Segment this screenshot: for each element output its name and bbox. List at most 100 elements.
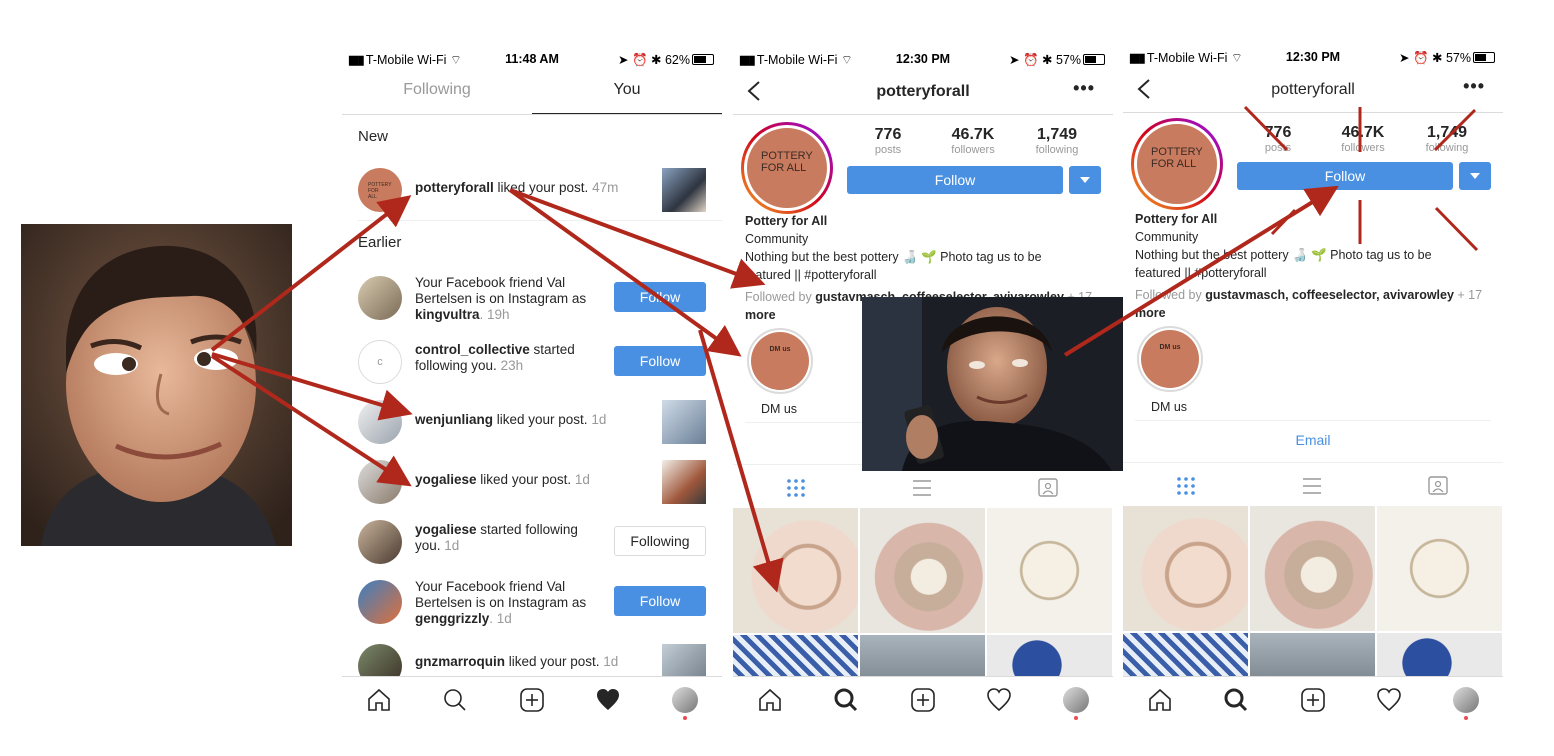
page-title: potteryforall — [876, 83, 970, 100]
profile-category: Community — [1135, 230, 1199, 244]
bottom-tab-bar — [342, 676, 722, 722]
following-count[interactable]: 1,749 following — [1407, 124, 1487, 154]
followers-count[interactable]: 46.7K followers — [933, 126, 1013, 156]
search-icon[interactable] — [1223, 687, 1249, 713]
avatar[interactable] — [358, 520, 402, 564]
avatar[interactable]: POTTERY FOR ALL — [358, 168, 402, 212]
follow-button[interactable]: Follow — [614, 586, 706, 616]
bottom-tab-bar — [1123, 676, 1503, 722]
post-thumbnail[interactable] — [662, 460, 706, 504]
username[interactable]: kingvultra — [415, 307, 480, 322]
heart-icon[interactable] — [595, 687, 621, 713]
profile-avatar-icon[interactable] — [672, 687, 698, 713]
post-thumbnail[interactable] — [662, 400, 706, 444]
home-icon[interactable] — [366, 687, 392, 713]
search-icon[interactable] — [833, 687, 859, 713]
username[interactable]: yogaliese — [415, 472, 477, 487]
grid-photo[interactable] — [733, 508, 858, 633]
heart-icon[interactable] — [986, 687, 1012, 713]
reaction-image-face — [21, 224, 292, 546]
username[interactable]: genggrizzly — [415, 611, 489, 626]
followers-count[interactable]: 46.7K followers — [1323, 124, 1403, 154]
suggestions-dropdown-button[interactable] — [1459, 162, 1491, 190]
grid-photo[interactable] — [987, 508, 1112, 633]
section-earlier-header: Earlier — [358, 234, 402, 251]
profile-screen-email: ▮▮▮ T-Mobile Wi-Fi ⌔ 12:30 PM ➤ ⏰ ✱ 57% … — [1123, 44, 1503, 722]
tagged-icon[interactable] — [1427, 474, 1449, 496]
story-highlight[interactable]: DM us DM us — [1137, 326, 1203, 414]
profile-avatar-icon[interactable] — [1453, 687, 1479, 713]
highlight-label: DM us — [1150, 400, 1188, 414]
list-item[interactable]: c control_collective started following y… — [342, 334, 722, 390]
follow-button[interactable]: Follow — [614, 282, 706, 312]
list-item[interactable]: yogaliese liked your post. 1d — [342, 454, 722, 510]
list-item[interactable]: POTTERY FOR ALL potteryforall liked your p… — [342, 162, 722, 218]
notification-dot — [683, 716, 687, 720]
new-post-icon[interactable] — [910, 687, 936, 713]
posts-count[interactable]: 776 posts — [1238, 124, 1318, 154]
followed-by[interactable]: Followed by gustavmasch, coffeeselector,… — [1135, 286, 1495, 322]
username[interactable]: control_collective — [415, 342, 530, 357]
username[interactable]: wenjunliang — [415, 412, 493, 427]
profile-avatar-icon[interactable] — [1063, 687, 1089, 713]
username[interactable]: yogaliese — [415, 522, 477, 537]
avatar[interactable] — [358, 580, 402, 624]
avatar[interactable]: c — [358, 340, 402, 384]
post-thumbnail[interactable] — [662, 168, 706, 212]
suggestions-dropdown-button[interactable] — [1069, 166, 1101, 194]
list-item[interactable]: Your Facebook friend Val Bertelsen is on… — [342, 574, 722, 634]
list-item[interactable]: wenjunliang liked your post. 1d — [342, 394, 722, 450]
posts-count[interactable]: 776 posts — [848, 126, 928, 156]
tagged-icon[interactable] — [1037, 476, 1059, 498]
tab-following[interactable]: Following — [342, 72, 532, 114]
tab-you[interactable]: You — [532, 72, 722, 114]
alarm-icon: ⏰ — [1022, 53, 1039, 67]
more-options-icon[interactable]: ••• — [1463, 76, 1485, 97]
grid-photo[interactable] — [860, 508, 985, 633]
home-icon[interactable] — [1147, 687, 1173, 713]
list-item[interactable]: Your Facebook friend Val Bertelsen is on… — [342, 270, 722, 330]
new-post-icon[interactable] — [1300, 687, 1326, 713]
more-options-icon[interactable]: ••• — [1073, 78, 1095, 99]
location-icon: ➤ — [1398, 51, 1410, 65]
profile-name: Pottery for All — [1135, 212, 1218, 226]
new-post-icon[interactable] — [519, 687, 545, 713]
bluetooth-icon: ✱ — [1042, 53, 1053, 67]
list-view-icon[interactable] — [1301, 475, 1323, 497]
grid-photo[interactable] — [1123, 506, 1248, 631]
grid-view-icon[interactable] — [1175, 475, 1197, 497]
battery-percent: 62% — [664, 53, 690, 67]
battery-icon — [1473, 52, 1495, 63]
activity-tabs: Following You — [342, 72, 722, 115]
follow-button[interactable]: Follow — [614, 346, 706, 376]
highlight-cover-text: DM us — [751, 332, 809, 390]
grid-view-icon[interactable] — [785, 477, 807, 499]
username[interactable]: potteryforall — [415, 180, 494, 195]
profile-avatar[interactable]: POTTERY FOR ALL — [1131, 118, 1223, 210]
following-button[interactable]: Following — [614, 526, 706, 556]
avatar[interactable] — [358, 276, 402, 320]
list-item[interactable]: yogaliese started following you. 1d Foll… — [342, 514, 722, 570]
bluetooth-icon: ✱ — [651, 53, 662, 67]
search-icon[interactable] — [442, 687, 468, 713]
story-highlight[interactable]: DM us DM us — [747, 328, 813, 416]
home-icon[interactable] — [757, 687, 783, 713]
heart-icon[interactable] — [1376, 687, 1402, 713]
notification-dot — [1464, 716, 1468, 720]
grid-photo[interactable] — [1377, 506, 1502, 631]
grid-photo[interactable] — [1250, 506, 1375, 631]
list-view-icon[interactable] — [911, 477, 933, 499]
profile-avatar[interactable]: POTTERY FOR ALL — [741, 122, 833, 214]
bottom-tab-bar — [733, 676, 1113, 722]
follow-button[interactable]: Follow — [1237, 162, 1453, 190]
email-button[interactable]: Email — [1123, 432, 1503, 448]
following-count[interactable]: 1,749 following — [1017, 126, 1097, 156]
username[interactable]: gnzmarroquin — [415, 654, 505, 669]
avatar[interactable] — [358, 400, 402, 444]
avatar[interactable] — [358, 460, 402, 504]
profile-view-tabs — [1123, 462, 1503, 507]
bluetooth-icon: ✱ — [1432, 51, 1443, 65]
follow-button[interactable]: Follow — [847, 166, 1063, 194]
status-bar: ▮▮▮ T-Mobile Wi-Fi ⌔ 11:48 AM ➤ ⏰ ✱ 62% — [342, 44, 722, 72]
activity-screen: ▮▮▮ T-Mobile Wi-Fi ⌔ 11:48 AM ➤ ⏰ ✱ 62% … — [342, 44, 722, 722]
